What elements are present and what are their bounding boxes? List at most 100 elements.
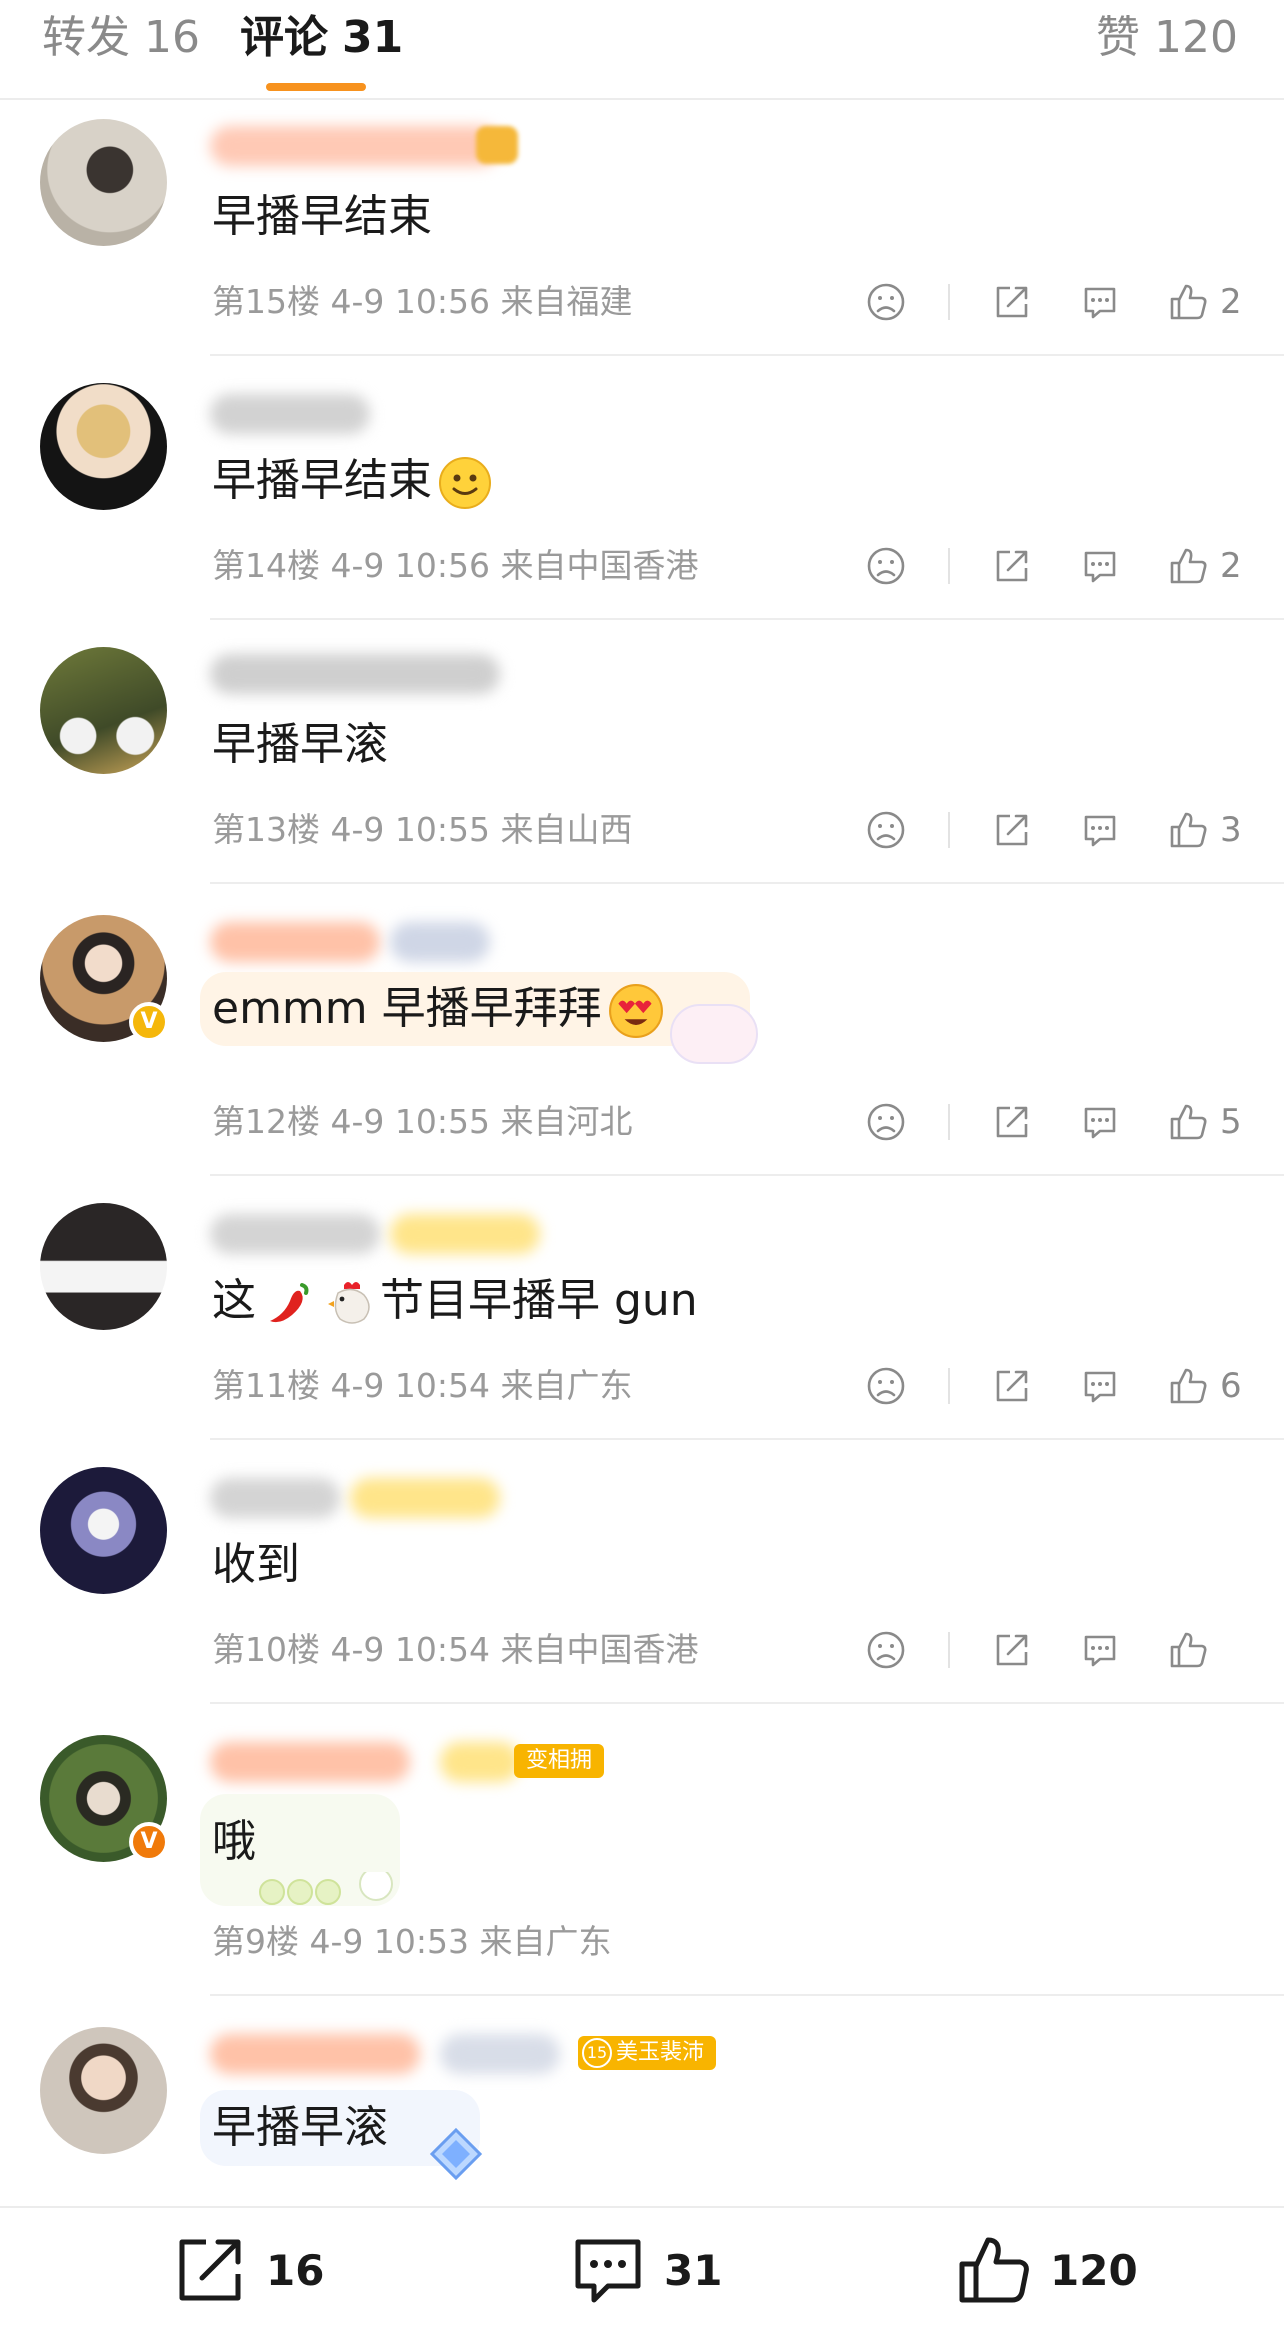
reply-icon [1084, 1107, 1116, 1139]
comment-text: 这 节目早播早 gun [212, 1271, 698, 1331]
comment-text-content: 早播早结束 [212, 455, 432, 506]
like-button[interactable]: 5 [1166, 1097, 1244, 1147]
avatar[interactable] [40, 647, 167, 774]
like-button[interactable]: 3 [1166, 805, 1244, 855]
comment-location: 来自中国香港 [500, 546, 699, 585]
share-button[interactable] [990, 805, 1034, 855]
comment-date: 4-9 [330, 1366, 385, 1405]
username-blurred[interactable] [210, 126, 500, 166]
like-count: 2 [1220, 282, 1242, 322]
floor-number: 第10楼 [212, 1630, 320, 1669]
user-tag-blurred [390, 1214, 540, 1254]
like-button[interactable] [1166, 1625, 1244, 1675]
avatar[interactable] [40, 1203, 167, 1330]
dislike-button[interactable] [864, 1625, 908, 1675]
floor-number: 第14楼 [212, 546, 320, 585]
dislike-button[interactable] [864, 541, 908, 591]
avatar[interactable] [40, 383, 167, 510]
tab-reposts[interactable]: 转发 16 [42, 10, 200, 66]
comment-time: 10:56 [394, 546, 491, 585]
bottom-like-button[interactable]: 120 [956, 2234, 1138, 2306]
like-button[interactable]: 6 [1166, 1361, 1244, 1411]
comment-date: 4-9 [330, 810, 385, 849]
comment-actions: 6 [820, 1361, 1244, 1411]
avatar[interactable] [40, 2027, 167, 2154]
dislike-button[interactable] [864, 1097, 908, 1147]
floor-number: 第11楼 [212, 1366, 320, 1405]
comment-meta: 第10楼 4-9 10:54 来自中国香港 [212, 1628, 699, 1672]
like-count: 2 [1220, 546, 1242, 586]
thumbs-up-icon [959, 2237, 1029, 2303]
avatar[interactable] [40, 1467, 167, 1594]
bottom-action-bar: 16 31 120 [0, 2206, 1284, 2325]
share-button[interactable] [990, 1361, 1034, 1411]
tab-likes-label: 赞 [1096, 12, 1141, 63]
dislike-icon [867, 1367, 905, 1405]
username-blurred[interactable] [210, 394, 370, 434]
comment-item: V 变相拥 哦 第9楼 4-9 10:53 来自广东 [0, 1714, 1284, 2006]
reply-button[interactable] [1078, 1097, 1122, 1147]
fan-level-badge[interactable]: 15 美玉裴沛 [578, 2036, 717, 2070]
share-icon [996, 1634, 1028, 1666]
username-blurred[interactable] [210, 1478, 340, 1518]
username-blurred[interactable] [210, 1214, 380, 1254]
comment-item: V emmm 早播早拜拜 第12楼 4-9 10:55 来自河北 5 [0, 894, 1284, 1186]
share-button[interactable] [990, 1625, 1034, 1675]
username-blurred[interactable] [210, 654, 500, 694]
comment-text: 早播早滚 [212, 2102, 388, 2153]
active-tab-indicator [266, 83, 366, 91]
reply-button[interactable] [1078, 805, 1122, 855]
dislike-icon [867, 547, 905, 585]
thumbs-up-icon [1170, 1104, 1207, 1140]
comment-text: 早播早滚 [212, 719, 388, 770]
fan-level-number: 15 [582, 2038, 612, 2068]
fan-badge-label: 美玉裴沛 [616, 2040, 705, 2065]
like-count: 3 [1220, 810, 1242, 850]
bottom-repost-button[interactable]: 16 [172, 2234, 324, 2306]
username-blurred[interactable] [210, 1742, 410, 1782]
dislike-button[interactable] [864, 805, 908, 855]
comment-text: 早播早结束 [212, 451, 492, 511]
action-divider [948, 284, 950, 320]
share-icon [996, 286, 1028, 318]
thumbs-up-icon [1170, 1368, 1207, 1404]
bottom-repost-count: 16 [266, 2245, 325, 2295]
like-button[interactable]: 2 [1166, 541, 1244, 591]
comment-text: emmm 早播早拜拜 [212, 979, 664, 1039]
share-icon [996, 550, 1028, 582]
username-blurred[interactable] [210, 922, 380, 962]
bottom-comment-button[interactable]: 31 [570, 2234, 722, 2306]
thumbs-up-icon [1170, 284, 1207, 320]
like-button[interactable]: 2 [1166, 277, 1244, 327]
share-button[interactable] [990, 1097, 1034, 1147]
fan-badge[interactable]: 变相拥 [514, 1744, 605, 1778]
reply-button[interactable] [1078, 541, 1122, 591]
comment-time: 10:54 [394, 1366, 491, 1405]
avatar[interactable] [40, 119, 167, 246]
tab-likes[interactable]: 赞 120 [1096, 10, 1238, 66]
bottom-comment-count: 31 [664, 2245, 723, 2295]
username-blurred[interactable] [210, 2034, 420, 2074]
share-icon [179, 2239, 241, 2301]
dislike-button[interactable] [864, 277, 908, 327]
comment-location: 来自山西 [500, 810, 633, 849]
comment-actions [820, 1625, 1244, 1675]
reply-button[interactable] [1078, 1361, 1122, 1411]
comment-actions: 2 [820, 541, 1244, 591]
dislike-button[interactable] [864, 1361, 908, 1411]
reply-icon [575, 2239, 641, 2303]
like-count: 5 [1220, 1102, 1242, 1142]
thumbs-up-icon [1170, 812, 1207, 848]
comment-meta: 第12楼 4-9 10:55 来自河北 [212, 1100, 633, 1144]
reply-button[interactable] [1078, 277, 1122, 327]
comment-meta: 第9楼 4-9 10:53 来自广东 [212, 1920, 612, 1964]
reply-button[interactable] [1078, 1625, 1122, 1675]
comment-text-content: emmm 早播早拜拜 [212, 983, 602, 1034]
tab-comments-label: 评论 [240, 12, 328, 63]
share-button[interactable] [990, 541, 1034, 591]
level-decoration-icon [476, 126, 518, 164]
comment-time: 10:55 [394, 810, 491, 849]
smile-emoji-icon [439, 457, 491, 509]
share-button[interactable] [990, 277, 1034, 327]
tab-comments[interactable]: 评论 31 [240, 10, 403, 66]
